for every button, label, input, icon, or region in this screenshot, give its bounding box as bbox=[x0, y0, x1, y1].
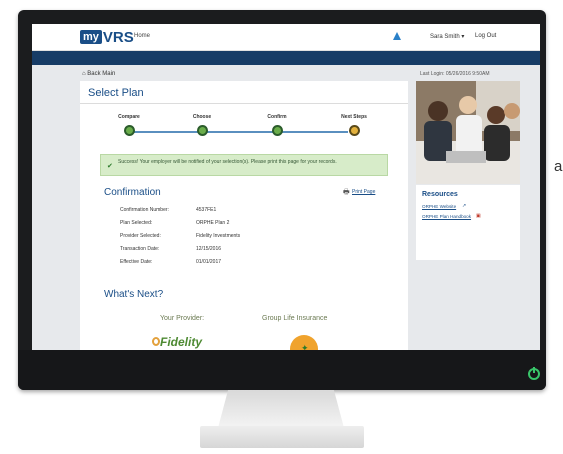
monitor-stand-neck bbox=[218, 390, 344, 428]
step-dot-compare[interactable] bbox=[124, 125, 135, 136]
last-login: Last Login: 05/26/2016 9:50AM bbox=[420, 71, 490, 77]
divider bbox=[80, 103, 408, 104]
step-label-choose: Choose bbox=[192, 114, 212, 120]
step-dot-next-steps[interactable] bbox=[349, 125, 360, 136]
monitor-stand-base bbox=[200, 426, 364, 448]
detail-value: 01/01/2017 bbox=[196, 259, 222, 265]
print-page-link[interactable]: Print Page bbox=[352, 189, 375, 195]
detail-key: Transaction Date: bbox=[120, 246, 160, 252]
logo-my-text: my bbox=[80, 30, 102, 44]
insurance-heading: Group Life Insurance bbox=[262, 315, 328, 322]
step-dot-choose[interactable] bbox=[197, 125, 208, 136]
background-text-fragment: a bbox=[554, 158, 563, 175]
external-link-icon[interactable]: ↗ bbox=[462, 203, 466, 209]
top-header: my VRS Home Sara Smith ▾ Log Out bbox=[32, 24, 540, 51]
monitor-chin bbox=[18, 350, 546, 390]
step-label-compare: Compare bbox=[118, 114, 140, 120]
detail-key: Effective Date: bbox=[120, 259, 153, 265]
checkmark-icon: ✔ bbox=[107, 163, 113, 170]
success-message: Success! Your employer will be notified … bbox=[118, 159, 337, 165]
detail-key: Plan Selected: bbox=[120, 220, 153, 226]
step-label-confirm: Confirm bbox=[267, 114, 287, 120]
confirmation-heading: Confirmation bbox=[104, 187, 161, 198]
detail-key: Confirmation Number: bbox=[120, 207, 169, 213]
detail-value: 12/15/2016 bbox=[196, 246, 222, 252]
detail-value: Fidelity Investments bbox=[196, 233, 241, 239]
select-plan-card: Select Plan Compare Choose Confirm Next … bbox=[80, 81, 408, 350]
detail-key: Provider Selected: bbox=[120, 233, 161, 239]
orphe-website-link[interactable]: ORPHE Website bbox=[422, 204, 456, 209]
myvrs-logo[interactable]: my VRS bbox=[80, 28, 134, 46]
pdf-icon[interactable]: ▣ bbox=[476, 213, 481, 219]
whats-next-heading: What's Next? bbox=[104, 289, 164, 300]
step-dot-confirm[interactable] bbox=[272, 125, 283, 136]
breadcrumb[interactable]: ⌂ Back Main bbox=[82, 71, 115, 77]
step-label-next-steps: Next Steps bbox=[341, 114, 367, 120]
leaf-icon: ✦ bbox=[301, 343, 309, 350]
notification-bell-icon[interactable] bbox=[393, 32, 401, 40]
printer-icon[interactable]: 🖶 bbox=[343, 188, 350, 199]
logo-vrs-text: VRS bbox=[102, 28, 134, 46]
detail-value: ORPHE Plan 2 bbox=[196, 220, 230, 226]
screen: my VRS Home Sara Smith ▾ Log Out ⌂ Back … bbox=[32, 24, 540, 350]
team-photo bbox=[416, 81, 520, 184]
progress-track bbox=[130, 131, 348, 133]
detail-value: 4537FE1 bbox=[196, 207, 217, 213]
fidelity-logo[interactable]: Fidelity bbox=[160, 335, 202, 349]
power-icon[interactable] bbox=[528, 367, 540, 380]
user-menu[interactable]: Sara Smith ▾ bbox=[430, 33, 464, 40]
fidelity-logo-mark-icon bbox=[152, 337, 160, 346]
orphe-handbook-link[interactable]: ORPHE Plan Handbook bbox=[422, 214, 471, 219]
success-alert: ✔ Success! Your employer will be notifie… bbox=[100, 154, 388, 176]
resources-heading: Resources bbox=[422, 191, 458, 198]
breadcrumb-link[interactable]: Back Main bbox=[87, 71, 115, 77]
home-icon: ⌂ bbox=[82, 71, 86, 77]
nav-bar bbox=[32, 51, 540, 65]
team-photo-graphic bbox=[416, 81, 520, 184]
logout-link[interactable]: Log Out bbox=[475, 33, 496, 39]
provider-heading: Your Provider: bbox=[160, 315, 205, 322]
resources-panel: Resources ORPHE Website ↗ ORPHE Plan Han… bbox=[416, 185, 520, 260]
nav-home-link[interactable]: Home bbox=[134, 33, 150, 39]
page-title: Select Plan bbox=[88, 87, 144, 99]
